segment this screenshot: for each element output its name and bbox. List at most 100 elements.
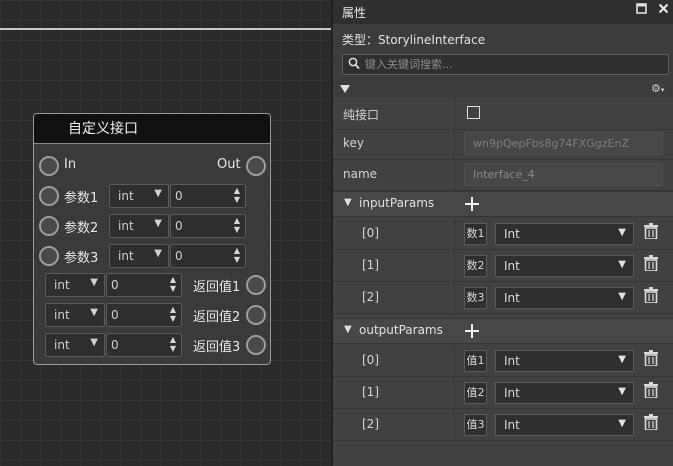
return-1-label: 返回值1 [193,280,241,295]
out-exec-pin[interactable] [246,156,266,176]
spin-arrows-icon[interactable]: ▲ ▼ [234,186,240,204]
param-3-type-dropdown[interactable]: int ▼ [109,244,169,268]
name-label: name [343,167,378,181]
param-row: 参数3 int ▼ 0 ▲ ▼ [34,243,270,269]
name-row: name Interface_4 [333,159,673,191]
spin-arrows-icon[interactable]: ▲ ▼ [234,216,240,234]
properties-panel: 属性 类型：StorylineInterface ⚙▾ 纯接口 key [331,0,673,466]
param-2-label: 参数2 [64,221,99,236]
param-3-label: 参数3 [64,251,99,266]
search-icon [348,57,360,73]
search-box[interactable] [342,54,669,75]
output-param-row: [0] 值1 Int ▼ [333,345,673,377]
pure-interface-row: 纯接口 [333,98,673,130]
param-2-type-dropdown[interactable]: int ▼ [109,214,169,238]
key-field: wn9pQepFbs8g74FXGgzEnZ [464,132,663,155]
trash-icon[interactable] [644,255,660,275]
node-title[interactable]: 自定义接口 [34,114,270,144]
output-param-type-dropdown[interactable]: Int ▼ [495,414,634,436]
add-input-param-button[interactable] [465,192,479,216]
param-2-pin[interactable] [39,216,59,236]
output-param-index: [2] [362,417,379,431]
output-param-row: [2] 值3 Int ▼ [333,409,673,441]
trash-icon[interactable] [644,223,660,243]
return-3-type-dropdown[interactable]: int ▼ [45,333,105,357]
input-param-badge: 数1 [464,223,487,245]
panel-titlebar: 属性 [333,0,673,24]
trash-icon[interactable] [644,382,660,402]
input-param-badge: 数2 [464,255,487,277]
expand-arrow-icon[interactable]: ▼ [344,324,352,335]
chevron-down-icon: ▼ [154,188,162,199]
trash-icon[interactable] [644,287,660,307]
spin-arrows-icon[interactable]: ▲ ▼ [170,305,176,323]
chevron-down-icon: ▼ [154,248,162,259]
input-param-index: [1] [362,258,379,272]
input-param-type-dropdown[interactable]: Int ▼ [495,255,634,277]
return-row: int ▼ 0 ▲ ▼ 返回值2 [34,302,270,328]
return-2-type-dropdown[interactable]: int ▼ [45,303,105,327]
canvas-top-divider [0,28,331,30]
return-2-pin[interactable] [246,305,266,325]
custom-interface-node[interactable]: 自定义接口 In Out 参数1 int ▼ 0 ▲ ▼ 参数2 int ▼ 0… [33,113,271,365]
output-param-type-dropdown[interactable]: Int ▼ [495,382,634,404]
input-param-row: [2] 数3 Int ▼ [333,282,673,314]
return-3-pin[interactable] [246,335,266,355]
spin-arrows-icon[interactable]: ▲ ▼ [234,246,240,264]
chevron-down-icon: ▼ [90,307,98,318]
input-params-section[interactable]: ▼ inputParams [333,191,673,217]
key-label: key [343,136,365,150]
param-2-value-spinbox[interactable]: 0 ▲ ▼ [170,214,246,238]
output-params-section[interactable]: ▼ outputParams [333,318,673,344]
chevron-down-icon: ▼ [154,218,162,229]
return-1-type-dropdown[interactable]: int ▼ [45,273,105,297]
param-1-value-spinbox[interactable]: 0 ▲ ▼ [170,184,246,208]
output-param-badge: 值1 [464,350,487,372]
trash-icon[interactable] [644,350,660,370]
input-param-index: [2] [362,290,379,304]
close-icon[interactable] [658,3,669,18]
param-3-pin[interactable] [39,246,59,266]
return-row: int ▼ 0 ▲ ▼ 返回值1 [34,272,270,298]
input-param-row: [0] 数1 Int ▼ [333,218,673,250]
return-2-value-spinbox[interactable]: 0 ▲ ▼ [106,303,182,327]
chevron-down-icon: ▼ [618,354,626,365]
param-3-value-spinbox[interactable]: 0 ▲ ▼ [170,244,246,268]
chevron-down-icon: ▼ [618,386,626,397]
input-param-type-dropdown[interactable]: Int ▼ [495,287,634,309]
return-3-label: 返回值3 [193,340,241,355]
return-2-label: 返回值2 [193,310,241,325]
output-param-row: [1] 值2 Int ▼ [333,377,673,409]
spin-arrows-icon[interactable]: ▲ ▼ [170,275,176,293]
pure-interface-checkbox[interactable] [467,106,480,119]
return-row: int ▼ 0 ▲ ▼ 返回值3 [34,332,270,358]
maximize-icon[interactable] [636,3,647,18]
property-toolbar: ⚙▾ [333,80,673,98]
param-1-pin[interactable] [39,186,59,206]
out-label: Out [217,157,241,172]
input-param-row: [1] 数2 Int ▼ [333,250,673,282]
return-3-value-spinbox[interactable]: 0 ▲ ▼ [106,333,182,357]
in-label: In [64,157,77,172]
output-param-type-dropdown[interactable]: Int ▼ [495,350,634,372]
chevron-down-icon: ▼ [618,291,626,302]
gear-icon[interactable]: ⚙▾ [651,82,664,95]
add-output-param-button[interactable] [465,319,479,343]
in-exec-pin[interactable] [39,156,59,176]
return-1-pin[interactable] [246,275,266,295]
panel-title: 属性 [342,6,367,20]
pure-interface-label: 纯接口 [343,108,380,122]
search-input[interactable] [365,56,660,73]
trash-icon[interactable] [644,414,660,434]
graph-canvas[interactable]: 自定义接口 In Out 参数1 int ▼ 0 ▲ ▼ 参数2 int ▼ 0… [0,0,331,466]
param-1-label: 参数1 [64,191,99,206]
return-1-value-spinbox[interactable]: 0 ▲ ▼ [106,273,182,297]
exec-row: In Out [34,153,270,179]
collapse-all-icon[interactable] [340,83,350,97]
key-row: key wn9pQepFbs8g74FXGgzEnZ [333,128,673,160]
spin-arrows-icon[interactable]: ▲ ▼ [170,335,176,353]
name-field[interactable]: Interface_4 [464,163,663,186]
expand-arrow-icon[interactable]: ▼ [344,197,352,208]
input-param-type-dropdown[interactable]: Int ▼ [495,223,634,245]
param-1-type-dropdown[interactable]: int ▼ [109,184,169,208]
